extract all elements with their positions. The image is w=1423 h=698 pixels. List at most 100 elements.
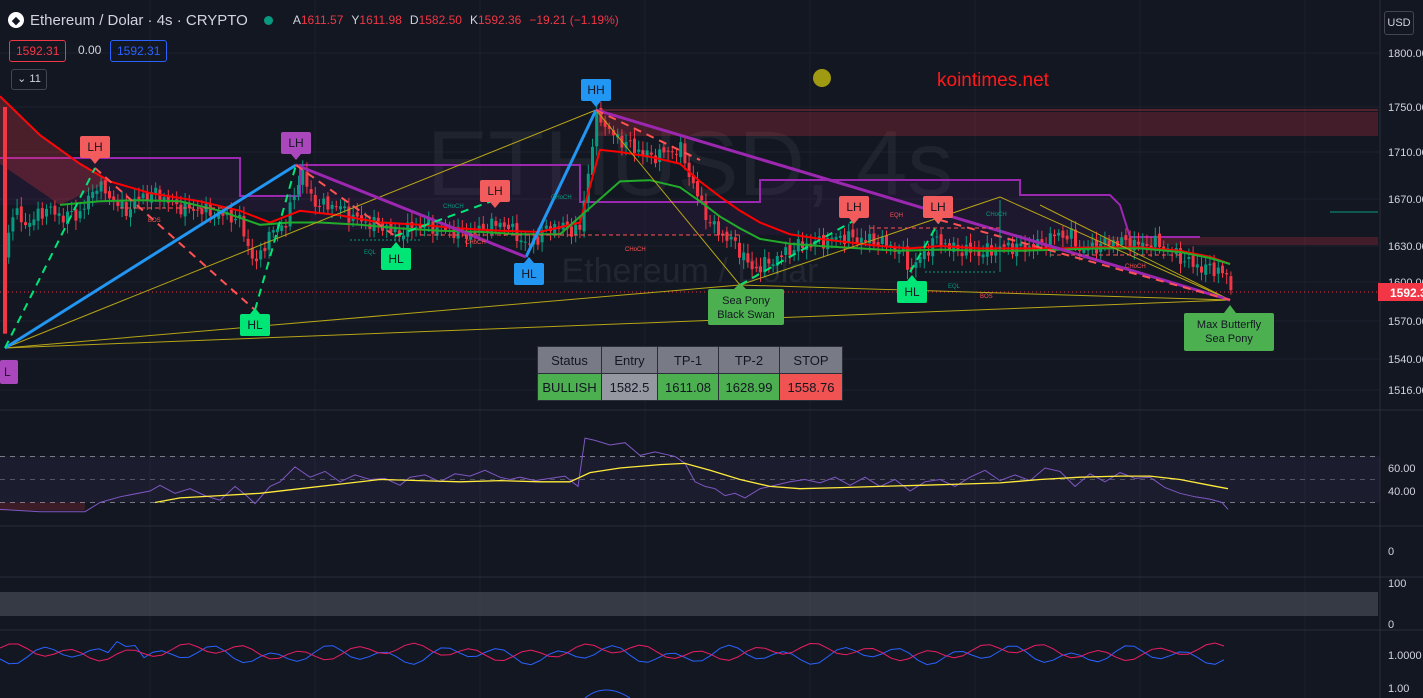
pattern-label-sea-pony-line-0: Sea Pony [722, 295, 770, 307]
swing-label-hl-3-text: HL [521, 267, 537, 281]
candle-body [1208, 263, 1212, 266]
candle-body [49, 206, 53, 208]
candle [28, 214, 32, 237]
harmonic-line-2 [4, 284, 741, 349]
resistance-zone [595, 112, 1378, 136]
buy-price-button[interactable]: 1592.31 [110, 40, 168, 62]
candle [66, 203, 69, 234]
candle-body [788, 244, 792, 256]
pattern-label-sea-pony-line-1: Black Swan [717, 309, 774, 321]
candle-body [1153, 235, 1157, 248]
candle [24, 212, 27, 229]
price-axis-label-4: 1630.00 [1388, 241, 1423, 253]
structure-label-choch-1: CHoCH [443, 204, 464, 210]
candle-body [334, 206, 338, 208]
spread-value: 0.00 [78, 43, 102, 57]
candle-body [914, 262, 918, 268]
candle-body [767, 258, 771, 264]
candle-body [507, 224, 510, 230]
candle-body [1074, 229, 1077, 247]
candle-body [271, 230, 275, 233]
candle-body [1124, 235, 1128, 240]
candle-body [255, 258, 258, 262]
candle-body [297, 184, 300, 195]
sell-price-button[interactable]: 1592.31 [9, 40, 67, 62]
candle-body [1183, 261, 1187, 263]
candle-body [746, 253, 750, 263]
candle-body [431, 221, 435, 234]
candle-body [633, 138, 636, 154]
candle-body [628, 140, 632, 142]
pane4-axis-label-top: 100 [1388, 578, 1406, 590]
candle-body [1019, 243, 1023, 246]
structure-label-eql-8: EQL [948, 284, 961, 290]
candle-body [700, 195, 704, 201]
candle-body [61, 215, 65, 223]
candle-body [784, 247, 788, 255]
candle-body [696, 181, 699, 197]
candle-body [759, 266, 762, 273]
candle-body [1200, 266, 1203, 273]
chart-header: ◆ Ethereum / Dolar · 4s · CRYPTO A1611.5… [8, 9, 619, 31]
candle-body [670, 151, 674, 153]
candle-body [82, 208, 86, 210]
swing-label-hl-2-text: HL [388, 252, 404, 266]
candle-body [141, 193, 145, 199]
candle-body [7, 232, 11, 258]
candle-body [494, 220, 498, 226]
market-status-icon [263, 15, 273, 25]
indicators-toggle-button[interactable]: ⌄ 11 [11, 69, 47, 90]
candle-body [654, 155, 657, 164]
candle-body [498, 222, 502, 228]
candle-body [19, 206, 23, 223]
candle-body [1225, 273, 1229, 275]
candle [45, 204, 48, 225]
pattern-label-max-butterfly-pointer [1224, 305, 1236, 313]
candle-body [78, 211, 82, 219]
candle [40, 202, 44, 226]
swing-label-lh-1-text: LH [87, 140, 102, 154]
swing-label-lh-5-text: LH [930, 200, 945, 214]
candle-body [284, 226, 288, 228]
candle-body [57, 213, 61, 216]
candle [36, 201, 40, 230]
candle-body [45, 208, 48, 217]
candle-body [1137, 241, 1140, 245]
candle [250, 238, 254, 266]
last-price-label-text: 1592.3 [1390, 286, 1423, 300]
candle-body [1061, 230, 1065, 238]
candle-body [393, 228, 397, 233]
candle-body [649, 152, 653, 155]
candle-body [717, 221, 720, 236]
swing-label-lh-2-text: LH [288, 136, 303, 150]
candle-body [36, 208, 40, 221]
candle-body [981, 254, 985, 258]
candle-body [1120, 237, 1124, 245]
candle-body [183, 202, 187, 217]
rsi-axis-label-1: 40.00 [1388, 486, 1416, 498]
candle-body [675, 153, 678, 155]
structure-label-choch-10: CHoCH [1125, 264, 1146, 270]
swing-label-hh: HH [581, 79, 611, 107]
candle-body [679, 142, 683, 158]
candle [7, 224, 11, 264]
candle-body [738, 242, 741, 258]
candle [61, 208, 65, 229]
symbol-title[interactable]: Ethereum / Dolar · 4s · CRYPTO [30, 12, 248, 29]
candle-body [196, 209, 200, 211]
tp1-value: 1611.08 [657, 373, 719, 401]
candle-body [364, 221, 368, 223]
status-header: Status [537, 346, 602, 374]
candle-body [712, 221, 716, 225]
candle-body [402, 235, 405, 240]
candle-body [192, 209, 195, 211]
candle [32, 211, 36, 231]
candle [1216, 260, 1220, 284]
candle-body [108, 191, 111, 199]
currency-button[interactable]: USD [1384, 11, 1414, 35]
candle-body [523, 241, 527, 243]
open-key: A [292, 13, 301, 27]
swing-label-hl-1-pointer [250, 308, 260, 314]
candle-body [922, 250, 926, 260]
candle-body [330, 204, 334, 209]
